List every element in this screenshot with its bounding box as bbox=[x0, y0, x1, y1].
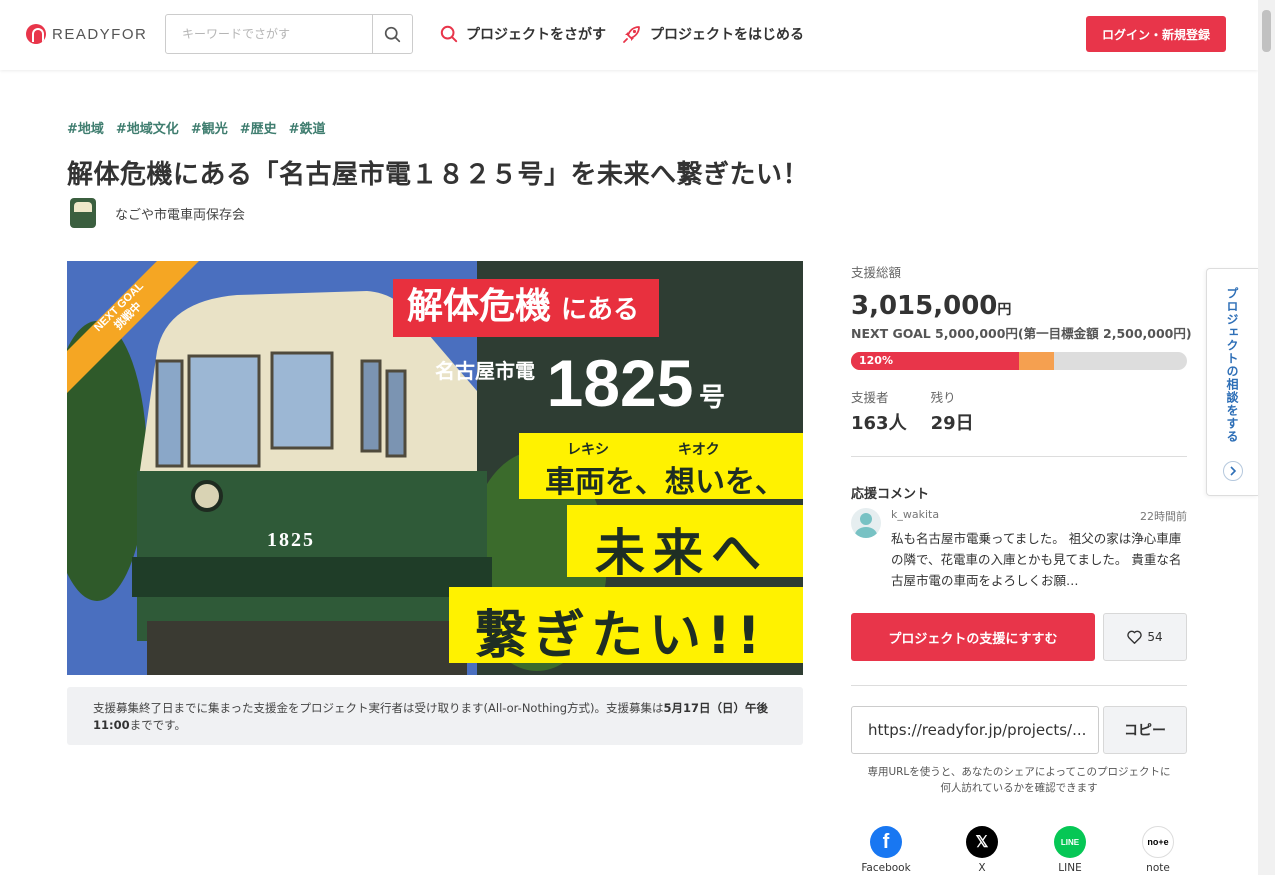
like-count: 54 bbox=[1147, 630, 1163, 644]
copy-url-button[interactable]: コピー bbox=[1103, 706, 1187, 754]
search-icon bbox=[440, 25, 458, 43]
commenter-avatar bbox=[851, 508, 881, 538]
logo-text: READYFOR bbox=[52, 25, 148, 43]
comment-item[interactable]: k_wakita 22時間前 私も名古屋市電乗ってました。 祖父の家は浄心車庫の… bbox=[851, 508, 1187, 591]
scrollbar-thumb[interactable] bbox=[1262, 10, 1271, 52]
headline-city: 名古屋市電 bbox=[435, 359, 535, 383]
project-main-image: NEXT GOAL 挑戦中 解体危機 にある 名古屋市電 1825 号 レキシ キ… bbox=[67, 261, 803, 675]
tram-number-plate: 1825 bbox=[267, 529, 315, 551]
chevron-right-icon bbox=[1223, 461, 1243, 481]
share-url-field[interactable]: https://readyfor.jp/projects/... bbox=[851, 706, 1099, 754]
funding-progress-bar: 120% bbox=[851, 352, 1187, 370]
hero-headline-1: 解体危機 にある bbox=[407, 285, 639, 332]
headline-main: 解体危機 bbox=[407, 286, 552, 327]
nav-find-projects[interactable]: プロジェクトをさがす bbox=[440, 24, 606, 44]
headline-go: 号 bbox=[698, 383, 725, 413]
search-box bbox=[165, 14, 413, 54]
support-project-button[interactable]: プロジェクトの支援にすすむ bbox=[851, 613, 1095, 661]
divider bbox=[851, 685, 1187, 686]
hero-line-4: 未来へ bbox=[595, 524, 769, 582]
heart-icon bbox=[1127, 630, 1143, 644]
share-label: Facebook bbox=[861, 862, 911, 874]
hero-headline-2: 名古屋市電 1825 号 bbox=[435, 345, 725, 421]
remaining-label: 残り bbox=[930, 390, 956, 405]
amount-yen: 円 bbox=[997, 302, 1012, 318]
search-icon bbox=[384, 26, 401, 42]
comment-meta: k_wakita 22時間前 bbox=[891, 508, 1187, 524]
logo-mark-icon bbox=[26, 24, 46, 44]
nav-start-label: プロジェクトをはじめる bbox=[650, 27, 804, 43]
facebook-icon: f bbox=[870, 826, 902, 858]
note-icon: no+e bbox=[1142, 826, 1174, 858]
nav-find-label: プロジェクトをさがす bbox=[466, 27, 606, 43]
share-x[interactable]: 𝕏 X bbox=[952, 826, 1012, 874]
tag-link[interactable]: #鉄道 bbox=[289, 118, 326, 137]
share-label: LINE bbox=[1058, 862, 1082, 874]
project-tags: #地域 #地域文化 #観光 #歴史 #鉄道 bbox=[67, 118, 326, 137]
share-note[interactable]: no+e note bbox=[1128, 826, 1188, 874]
consultation-side-tab[interactable]: プロジェクトの相談をする bbox=[1206, 268, 1258, 496]
commenter-name: k_wakita bbox=[891, 508, 940, 521]
project-owner[interactable]: なごや市電車両保存会 bbox=[70, 198, 245, 228]
owner-name: なごや市電車両保存会 bbox=[115, 207, 246, 223]
comment-text: 私も名古屋市電乗ってました。 祖父の家は浄心車庫の隣で、花電車の入庫とかも見てま… bbox=[891, 531, 1182, 588]
tag-link[interactable]: #観光 bbox=[191, 118, 228, 137]
share-line[interactable]: LINE LINE bbox=[1040, 826, 1100, 874]
total-label: 支援総額 bbox=[851, 265, 902, 280]
amount-value: 3,015,000 bbox=[851, 291, 998, 321]
site-header: READYFOR プロジェクトをさがす プロジェクトをはじめる ログイン・新規登… bbox=[0, 0, 1258, 70]
x-icon: 𝕏 bbox=[966, 826, 998, 858]
share-label: X bbox=[978, 862, 986, 874]
share-url-note: 専用URLを使うと、あなたのシェアによってこのプロジェクトに何人訪れているかを確… bbox=[867, 766, 1171, 794]
headline-suffix: にある bbox=[561, 295, 640, 325]
next-goal-text: NEXT GOAL 5,000,000円(第一目標金額 2,500,000円) bbox=[851, 326, 1192, 341]
share-label: note bbox=[1146, 862, 1170, 874]
side-tab-label: プロジェクトの相談をする bbox=[1225, 287, 1239, 443]
hero-line-5: 繋ぎたい!! bbox=[475, 606, 767, 666]
tag-link[interactable]: #地域文化 bbox=[116, 118, 179, 137]
nav-start-project[interactable]: プロジェクトをはじめる bbox=[622, 24, 804, 44]
supporters-value: 163人 bbox=[851, 413, 907, 434]
rocket-icon bbox=[623, 26, 640, 43]
divider bbox=[851, 456, 1187, 457]
page-scrollbar[interactable] bbox=[1258, 0, 1275, 875]
share-facebook[interactable]: f Facebook bbox=[856, 826, 916, 874]
hero-line-3: 車両を、想いを、 bbox=[545, 465, 785, 500]
progress-first-goal-fill: 120% bbox=[851, 352, 1019, 370]
tag-link[interactable]: #地域 bbox=[67, 118, 104, 137]
remaining-value: 29日 bbox=[930, 413, 974, 434]
search-button[interactable] bbox=[372, 15, 412, 53]
ruby-2: キオク bbox=[677, 442, 720, 458]
comment-body: k_wakita 22時間前 私も名古屋市電乗ってました。 祖父の家は浄心車庫の… bbox=[891, 508, 1187, 591]
note-text-before: 支援募集終了日までに集まった支援金をプロジェクト実行者は受け取ります(All-o… bbox=[93, 701, 664, 715]
like-button[interactable]: 54 bbox=[1103, 613, 1187, 661]
supporters-stat: 支援者 163人 bbox=[851, 387, 907, 435]
funding-stats: 支援者 163人 残り 29日 bbox=[851, 387, 1187, 435]
comments-heading: 応援コメント bbox=[851, 487, 930, 502]
login-signup-button[interactable]: ログイン・新規登録 bbox=[1086, 16, 1226, 52]
funding-amount: 3,015,000円 bbox=[851, 291, 1187, 321]
headline-number: 1825 bbox=[546, 346, 694, 420]
comment-time: 22時間前 bbox=[1140, 510, 1187, 523]
note-text-after: までです。 bbox=[129, 718, 186, 732]
remaining-stat: 残り 29日 bbox=[931, 387, 974, 435]
funding-method-note: 支援募集終了日までに集まった支援金をプロジェクト実行者は受け取ります(All-o… bbox=[67, 687, 803, 745]
ruby-1: レキシ bbox=[567, 442, 609, 458]
project-title: 解体危機にある「名古屋市電１８２５号」を未来へ繋ぎたい！ bbox=[67, 160, 810, 190]
search-input[interactable] bbox=[166, 15, 372, 53]
owner-avatar bbox=[70, 198, 96, 228]
hero-ruby: レキシ キオク bbox=[567, 439, 720, 459]
readyfor-logo[interactable]: READYFOR bbox=[26, 24, 147, 44]
supporters-label: 支援者 bbox=[851, 390, 889, 405]
line-icon: LINE bbox=[1054, 826, 1086, 858]
tag-link[interactable]: #歴史 bbox=[240, 118, 277, 137]
